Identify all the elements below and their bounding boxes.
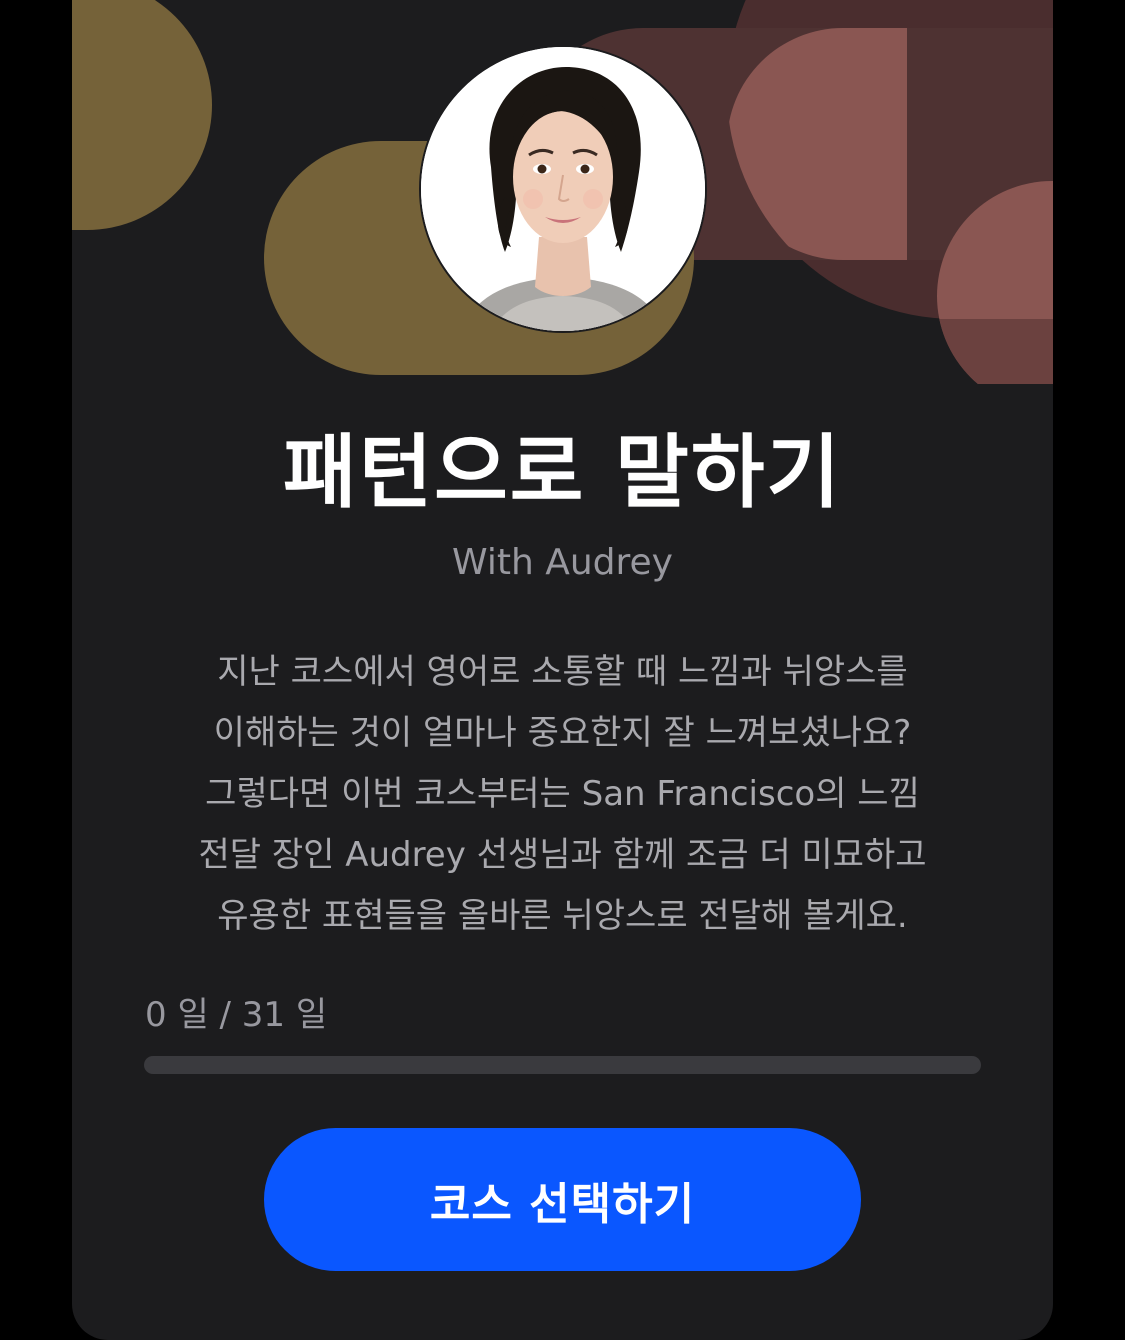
- instructor-portrait-image: [421, 47, 705, 331]
- instructor-avatar: [419, 45, 707, 333]
- description-line: 지난 코스에서 영어로 소통할 때 느낌과 뉘앙스를: [217, 652, 908, 692]
- description-line: 전달 장인 Audrey 선생님과 함께 조금 더 미묘하고: [198, 835, 927, 875]
- description-line: 이해하는 것이 얼마나 중요한지 잘 느껴보셨나요?: [213, 713, 912, 753]
- course-title: 패턴으로 말하기: [282, 426, 843, 519]
- course-description: 지난 코스에서 영어로 소통할 때 느낌과 뉘앙스를 이해하는 것이 얼마나 중…: [132, 642, 993, 947]
- course-subtitle: With Audrey: [452, 542, 673, 583]
- select-course-button[interactable]: 코스 선택하기: [264, 1128, 861, 1271]
- course-card: 패턴으로 말하기 With Audrey 지난 코스에서 영어로 소통할 때 느…: [72, 0, 1053, 1340]
- description-line: 그렇다면 이번 코스부터는 San Francisco의 느낌: [205, 774, 920, 814]
- progress-label: 0 일 / 31 일: [145, 995, 328, 1035]
- progress-bar: [144, 1056, 981, 1074]
- description-line: 유용한 표현들을 올바른 뉘앙스로 전달해 볼게요.: [217, 896, 908, 936]
- gold-shape-left: [72, 0, 212, 230]
